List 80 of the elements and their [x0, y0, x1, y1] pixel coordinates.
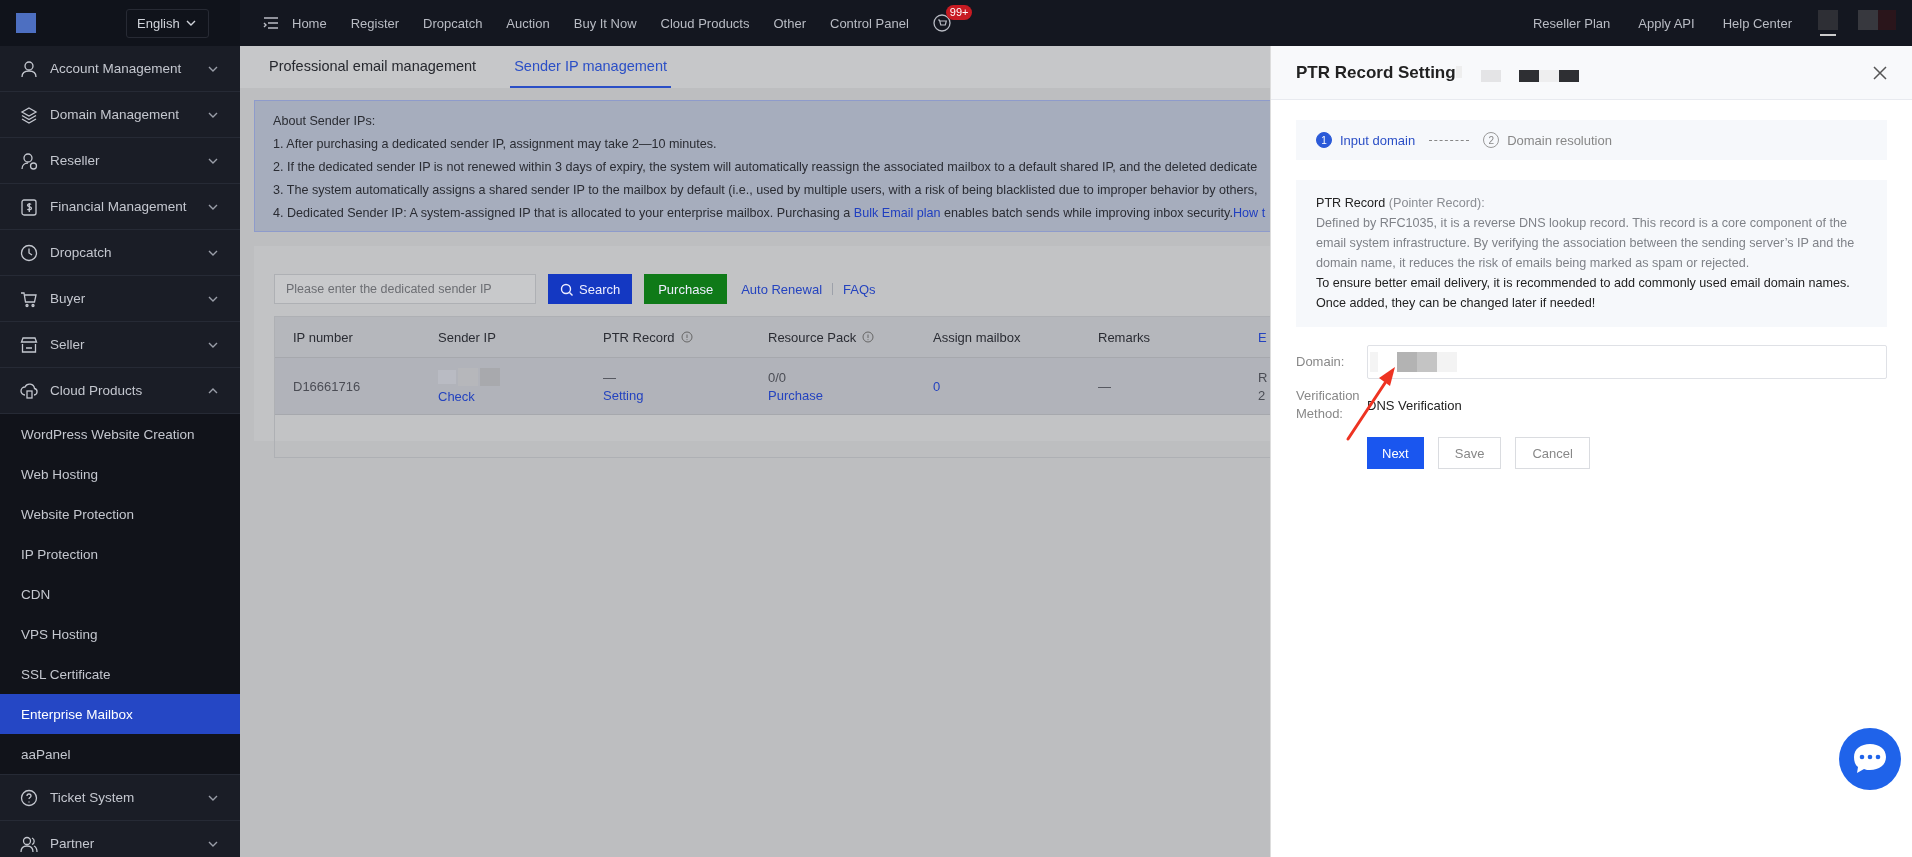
table-cell-text: —	[1098, 378, 1112, 394]
field-label: Domain:	[1296, 353, 1346, 371]
layers-icon	[20, 105, 38, 124]
close-icon[interactable]	[1873, 65, 1887, 80]
link[interactable]: Setting	[603, 387, 750, 403]
dollar-icon	[20, 197, 38, 216]
notice-text: 1. After purchasing a dedicated sender IP, assignment may take 2—10 minutes.	[273, 136, 718, 153]
cart-icon[interactable]	[932, 14, 951, 32]
table-cell-text: 2	[1258, 387, 1267, 403]
sidebar-subitem[interactable]: Enterprise Mailbox	[0, 694, 240, 734]
form-button[interactable]: Next	[1367, 437, 1424, 469]
nav-link[interactable]: Reseller Plan	[1518, 15, 1625, 31]
column-header[interactable]: E	[1258, 329, 1267, 345]
table-cell-text: R	[1258, 369, 1269, 385]
table-cell-text: —	[603, 369, 617, 385]
purchase-button[interactable]: Purchase	[644, 274, 728, 304]
search-button[interactable]: Search	[548, 274, 633, 304]
link[interactable]: Purchase	[768, 387, 915, 403]
cloud-icon	[20, 381, 38, 400]
form-button[interactable]: Save	[1437, 437, 1502, 469]
sidebar-subitem[interactable]: SSL Certificate	[0, 654, 240, 694]
form-button[interactable]: Cancel	[1515, 437, 1590, 469]
sidebar-subitem[interactable]: Web Hosting	[0, 454, 240, 494]
step[interactable]: 2 Domain resolution	[1483, 132, 1612, 148]
link[interactable]: Auto Renewal	[739, 281, 825, 297]
help-icon	[20, 788, 38, 807]
search-icon	[560, 282, 573, 296]
advice-text: Once added, they can be changed later if needed!	[1316, 295, 1597, 312]
link[interactable]: Bulk Email plan	[853, 206, 941, 220]
nav-link[interactable]: Dropcatch	[411, 15, 495, 31]
language-select[interactable]: English	[126, 8, 209, 38]
nav-link[interactable]: Cloud Products	[648, 15, 762, 31]
chat-button[interactable]	[1838, 727, 1902, 791]
field-label: Verification Method:	[1296, 387, 1361, 423]
search-field[interactable]: Please enter the dedicated sender IP	[274, 274, 536, 304]
nav-link[interactable]: Buy It Now	[561, 15, 649, 31]
sidebar-subitem[interactable]: WordPress Website Creation	[0, 414, 240, 454]
column-header: Remarks	[1098, 329, 1150, 345]
clock-icon	[20, 243, 38, 262]
notice-text: 4. Dedicated Sender IP: A system-assigned IP that is allocated to your enterprise mailbox. Purchasing a Bulk Email plan enables batch sends while improving inbox security.How t	[273, 205, 1267, 222]
info-text: Defined by RFC1035, it is a reverse DNS lookup record. This record is a core component of the email system infrastructure. By verifying the association between the sending server’s IP and the domain name, it reduces the risk of emails being marked as spam or rejected.	[1316, 215, 1856, 272]
menu-icon[interactable]	[262, 15, 280, 31]
nav-link[interactable]: Register	[338, 15, 412, 31]
advice-text: To ensure better email delivery, it is recommended to add commonly used email domain names.	[1316, 275, 1851, 292]
column-header: Sender IP	[438, 329, 496, 345]
nav-link[interactable]: Auction	[494, 15, 562, 31]
store-icon	[20, 335, 38, 354]
tab[interactable]: Sender IP management	[510, 46, 672, 88]
notice-text: 3. The system automatically assigns a shared sender IP to the mailbox by default (i.e., used by multiple users, with a risk of being blacklisted due to improper behavior by others,	[273, 182, 1259, 199]
link[interactable]: FAQs	[841, 281, 878, 297]
nav-link[interactable]: Help Center	[1708, 15, 1806, 31]
sidebar-subitem[interactable]: CDN	[0, 574, 240, 614]
cart-icon	[20, 289, 38, 308]
sidebar-subitem[interactable]: Website Protection	[0, 494, 240, 534]
sidebar-subitem[interactable]: IP Protection	[0, 534, 240, 574]
table-cell-text: D16661716	[293, 378, 362, 394]
sidebar-subitem[interactable]: aaPanel	[0, 734, 240, 774]
notice-title: About Sender IPs:	[273, 113, 377, 130]
table-cell-text: 0/0	[768, 369, 788, 385]
step[interactable]: 1 Input domain	[1316, 132, 1416, 148]
sidebar-subitem[interactable]: VPS Hosting	[0, 614, 240, 654]
info-heading: PTR Record (Pointer Record):	[1316, 195, 1486, 212]
nav-link[interactable]: Other	[761, 15, 818, 31]
nav-link[interactable]: Home	[280, 15, 339, 31]
notification-badge: 99+	[945, 5, 973, 20]
column-header: Resource Pack	[768, 329, 857, 345]
account-avatar-icon[interactable]	[1818, 10, 1838, 36]
nav-link[interactable]: Apply API	[1624, 15, 1709, 31]
link[interactable]: How t	[1233, 206, 1266, 220]
column-header: IP number	[293, 329, 353, 345]
tab[interactable]: Professional email management	[265, 46, 481, 88]
domain-field[interactable]	[1367, 345, 1887, 379]
column-header: Assign mailbox	[933, 329, 1021, 345]
users-icon	[20, 834, 38, 853]
drawer-title: PTR Record Setting	[1296, 62, 1456, 83]
notice-text: 2. If the dedicated sender IP is not renewed within 3 days of expiry, the system will automatically reassign the associated mailbox to a default shared IP, and the deleted dedicate	[273, 159, 1259, 176]
user-icon	[20, 59, 38, 78]
user-badge-icon	[20, 151, 38, 170]
column-header: PTR Record	[603, 329, 675, 345]
nav-link[interactable]: Control Panel	[818, 15, 921, 31]
